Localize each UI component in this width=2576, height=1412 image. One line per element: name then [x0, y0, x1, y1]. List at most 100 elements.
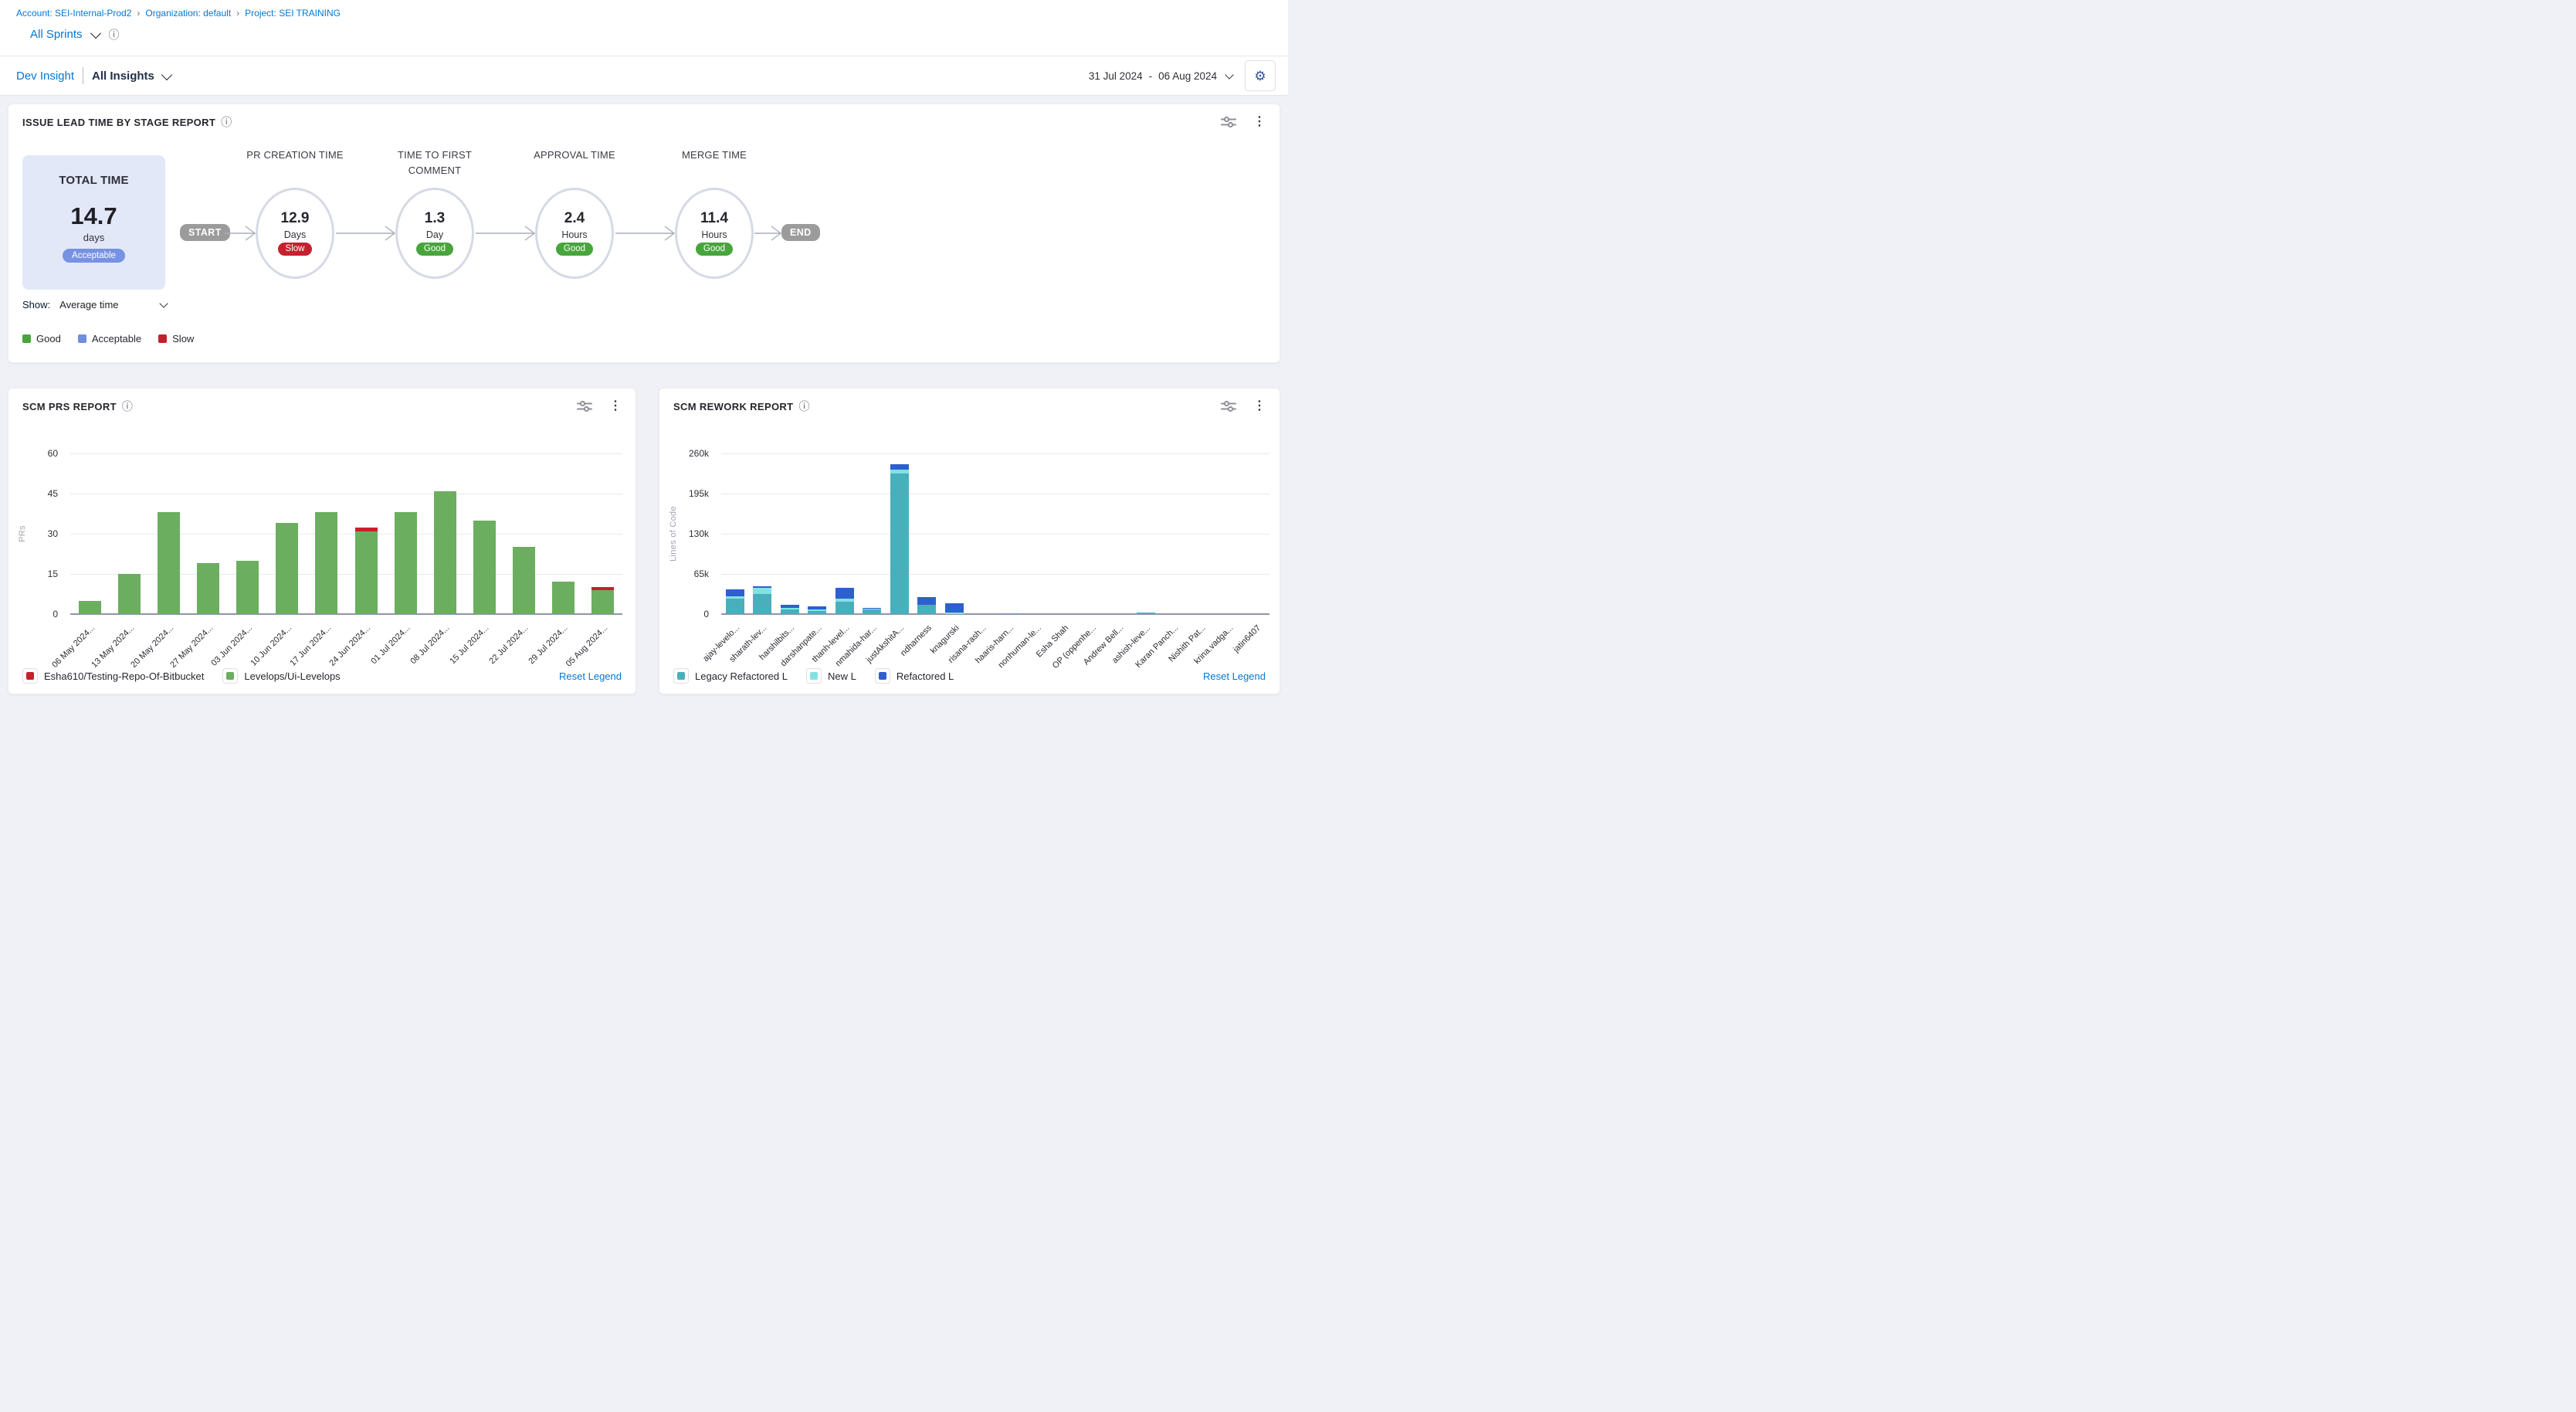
filter-sliders-icon[interactable]	[577, 400, 592, 412]
sprint-selector-row: All Sprints ⓘ	[30, 28, 120, 41]
reset-legend-link[interactable]: Reset Legend	[559, 670, 622, 682]
settings-button[interactable]: ⚙	[1245, 60, 1276, 91]
bar-segment[interactable]	[726, 596, 744, 599]
filter-sliders-icon[interactable]	[1221, 400, 1236, 412]
bar-segment[interactable]	[355, 528, 378, 531]
kebab-menu-icon[interactable]: ⋮	[609, 400, 622, 412]
bar-segment[interactable]	[808, 606, 826, 610]
x-axis-label: 10 Jun 2024...	[249, 623, 294, 668]
show-label: Show:	[22, 299, 50, 311]
bar-segment[interactable]	[355, 531, 378, 614]
stage-name: MERGE TIME	[656, 148, 772, 163]
bar-segment[interactable]	[945, 613, 964, 614]
reset-legend-link[interactable]: Reset Legend	[1203, 670, 1266, 682]
bar-segment[interactable]	[276, 523, 298, 614]
bar-segment[interactable]	[197, 563, 219, 614]
bar-segment[interactable]	[395, 512, 417, 614]
legend-item-new[interactable]: New L	[806, 668, 856, 684]
bar-segment[interactable]	[591, 590, 614, 614]
bar-segment[interactable]	[808, 609, 826, 611]
breadcrumb-account[interactable]: Account: SEI-Internal-Prod2	[16, 8, 131, 19]
bar-segment[interactable]	[890, 470, 909, 473]
stage-circle-first-comment: 1.3 Day Good	[395, 188, 474, 279]
date-range-picker[interactable]: 31 Jul 2024 - 06 Aug 2024	[1089, 70, 1232, 82]
bar-segment[interactable]	[118, 574, 141, 614]
total-rating-badge: Acceptable	[63, 249, 125, 263]
bar-segment[interactable]	[158, 512, 180, 614]
bar-segment[interactable]	[434, 491, 456, 614]
bar-segment[interactable]	[1000, 613, 1019, 614]
bar-segment[interactable]	[473, 521, 496, 614]
legend-item-legacy-refactored[interactable]: Legacy Refactored L	[673, 668, 788, 684]
legend-swatch	[158, 334, 167, 343]
gridline	[70, 574, 622, 575]
info-icon[interactable]: ⓘ	[109, 29, 120, 40]
bar-segment[interactable]	[315, 512, 337, 614]
bar-segment[interactable]	[890, 464, 909, 470]
info-icon[interactable]: ⓘ	[221, 117, 232, 127]
end-pill: END	[781, 224, 820, 241]
info-icon[interactable]: ⓘ	[798, 401, 809, 412]
card-title: ISSUE LEAD TIME BY STAGE REPORT	[22, 117, 215, 128]
legend-item-refactored[interactable]: Refactored L	[875, 668, 954, 684]
legend-swatch	[22, 334, 31, 343]
breadcrumb-organization[interactable]: Organization: default	[145, 8, 231, 19]
bar-segment[interactable]	[781, 605, 799, 608]
breadcrumb-project[interactable]: Project: SEI TRAINING	[245, 8, 341, 19]
bar-segment[interactable]	[836, 588, 854, 599]
bar-segment[interactable]	[917, 605, 936, 614]
insight-title-group: Dev Insight All Insights	[0, 67, 171, 84]
bar-segment[interactable]	[863, 608, 881, 609]
chevron-down-icon[interactable]	[161, 69, 172, 80]
card-title: SCM PRS REPORT	[22, 401, 117, 412]
info-icon[interactable]: ⓘ	[122, 401, 133, 412]
stage-value: 2.4	[564, 211, 585, 227]
bar-segment[interactable]	[1137, 613, 1155, 614]
show-dropdown[interactable]: Show: Average time	[22, 299, 167, 311]
bar-segment[interactable]	[863, 609, 881, 614]
chevron-down-icon[interactable]	[90, 28, 100, 39]
bar-segment[interactable]	[836, 599, 854, 602]
x-axis-label: 01 Jul 2024...	[369, 623, 412, 666]
bar-segment[interactable]	[726, 589, 744, 596]
kebab-menu-icon[interactable]: ⋮	[1253, 400, 1266, 412]
date-range-separator: -	[1149, 70, 1153, 82]
bar-segment[interactable]	[781, 608, 799, 609]
bar-segment[interactable]	[890, 473, 909, 614]
stage-value: 1.3	[425, 211, 445, 227]
stage-circle-approval: 2.4 Hours Good	[535, 188, 614, 279]
bar-segment[interactable]	[591, 587, 614, 590]
insights-dropdown[interactable]: All Insights	[92, 70, 154, 83]
bar-segment[interactable]	[753, 594, 771, 614]
sprint-selector[interactable]: All Sprints	[30, 28, 83, 41]
legend-label: Slow	[172, 333, 194, 345]
bar-segment[interactable]	[79, 601, 101, 614]
flow-arrow	[476, 224, 535, 243]
bar-segment[interactable]	[552, 582, 575, 614]
legend-item-ui-levelops[interactable]: Levelops/Ui-Levelops	[222, 668, 340, 684]
bar-segment[interactable]	[808, 611, 826, 614]
bar-segment[interactable]	[753, 586, 771, 588]
bar-segment[interactable]	[836, 602, 854, 614]
bar-segment[interactable]	[726, 599, 744, 614]
bar-segment[interactable]	[945, 603, 964, 613]
bar-segment[interactable]	[781, 609, 799, 614]
rework-bar-chart: Lines of Code 065k130k195k260kajay-level…	[721, 453, 1269, 614]
x-axis-label: 27 May 2024...	[168, 623, 215, 670]
insight-name-link[interactable]: Dev Insight	[16, 70, 74, 83]
legend-label: Good	[36, 333, 61, 345]
chart-legend: Esha610/Testing-Repo-Of-Bitbucket Levelo…	[22, 668, 622, 684]
show-value: Average time	[59, 299, 118, 311]
bar-segment[interactable]	[917, 597, 936, 605]
legend-item-acceptable: Acceptable	[78, 333, 141, 345]
bar-segment[interactable]	[753, 588, 771, 594]
y-tick-label: 195k	[676, 488, 709, 499]
chart-legend: Legacy Refactored L New L Refactored L R…	[673, 668, 1266, 684]
bar-segment[interactable]	[236, 561, 259, 614]
x-axis-label: 22 Jul 2024...	[488, 623, 530, 666]
chevron-down-icon	[1225, 70, 1233, 79]
legend-item-repo-bitbucket[interactable]: Esha610/Testing-Repo-Of-Bitbucket	[22, 668, 204, 684]
bar-segment[interactable]	[513, 547, 535, 614]
kebab-menu-icon[interactable]: ⋮	[1253, 116, 1266, 128]
filter-sliders-icon[interactable]	[1221, 116, 1236, 128]
